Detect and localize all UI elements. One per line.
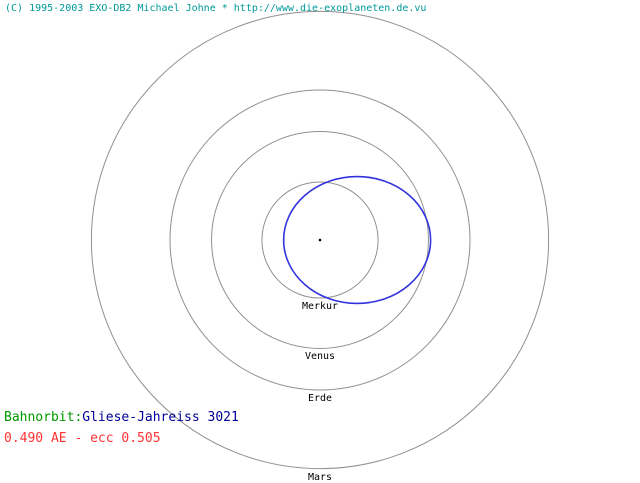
orbit-label-mars: Mars: [307, 471, 333, 483]
copyright-notice: (C) 1995-2003 EXO-DB2 Michael Johne * ht…: [5, 3, 427, 14]
orbit-info: Bahnorbit:Gliese-Jahreiss 3021: [4, 410, 239, 425]
orbit-prefix: Bahnorbit:: [4, 410, 83, 425]
orbit-diagram: [90, 10, 550, 470]
orbit-label-erde: Erde: [307, 393, 333, 404]
orbit-label-merkur: Merkur: [301, 301, 339, 313]
system-name: Gliese-Jahreiss 3021: [82, 410, 239, 425]
orbit-label-venus: Venus: [304, 351, 336, 363]
orbit-parameters: 0.490 AE - ecc 0.505: [4, 431, 161, 446]
central-star-icon: [318, 238, 322, 242]
